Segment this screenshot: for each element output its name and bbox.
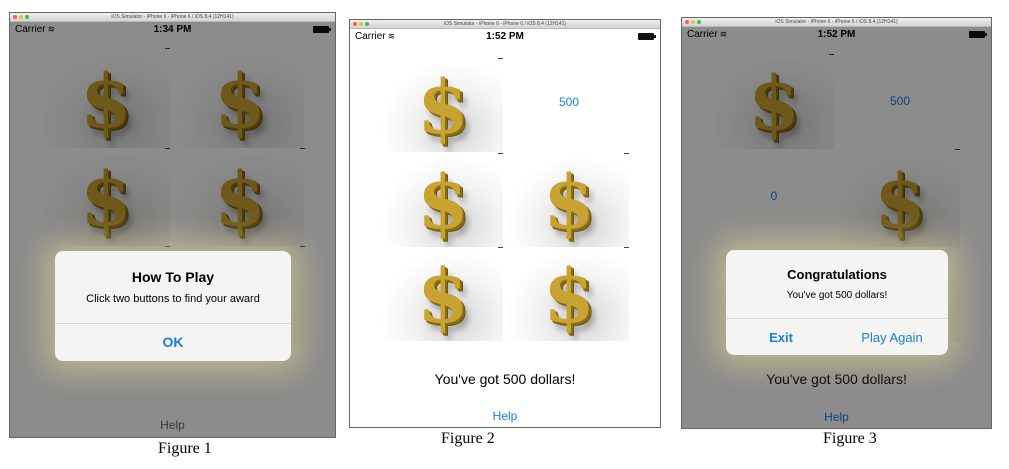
tile-marker [624, 153, 629, 154]
exit-button[interactable]: Exit [726, 330, 836, 345]
figure-3-caption: Figure 3 [823, 430, 877, 447]
simulator-titlebar: iOS Simulator - iPhone 6 - iPhone 6 / iO… [10, 13, 335, 22]
ok-button[interactable]: OK [55, 334, 291, 350]
simulator-titlebar: iOS Simulator - iPhone 6 - iPhone 6 / iO… [682, 18, 991, 27]
battery-icon [638, 33, 656, 40]
minimize-dot-icon[interactable] [691, 20, 695, 24]
figure-1-panel: iOS Simulator - iPhone 6 - iPhone 6 / iO… [9, 12, 336, 438]
simulator-titlebar: iOS Simulator - iPhone 6 - iPhone 6 / iO… [350, 20, 660, 29]
zoom-dot-icon[interactable] [25, 15, 29, 19]
figure-3-panel: iOS Simulator - iPhone 6 - iPhone 6 / iO… [681, 17, 992, 429]
status-time: 1:52 PM [486, 31, 524, 42]
tile-marker [498, 58, 503, 59]
result-message: You've got 500 dollars! [434, 371, 576, 387]
award-tile-4[interactable]: $ [509, 159, 629, 247]
alert-message: You've got 500 dollars! [786, 290, 888, 301]
dollar-icon: $ [417, 65, 469, 151]
dollar-icon: $ [543, 254, 595, 340]
figure-2-caption: Figure 2 [441, 430, 495, 447]
window-title: iOS Simulator - iPhone 6 - iPhone 6 / iO… [443, 21, 567, 27]
modal-dim-overlay [682, 27, 991, 428]
status-bar: Carrier ≋ 1:52 PM [350, 29, 660, 45]
award-tile-3[interactable]: $ [383, 159, 503, 247]
alert-message: Click two buttons to find your award [86, 293, 260, 305]
zoom-dot-icon[interactable] [697, 20, 701, 24]
minimize-dot-icon[interactable] [359, 22, 363, 26]
tile-marker [624, 247, 629, 248]
award-tile-2-value[interactable]: 500 [509, 95, 629, 109]
alert-divider [55, 323, 291, 324]
play-again-button[interactable]: Play Again [836, 330, 948, 345]
minimize-dot-icon[interactable] [19, 15, 23, 19]
dollar-icon: $ [417, 254, 469, 340]
zoom-dot-icon[interactable] [365, 22, 369, 26]
award-tile-1[interactable]: $ [383, 64, 503, 152]
window-title: iOS Simulator - iPhone 6 - iPhone 6 / iO… [775, 19, 898, 25]
help-button[interactable]: Help [350, 409, 660, 423]
how-to-play-alert: How To Play Click two buttons to find yo… [55, 251, 291, 361]
dollar-icon: $ [417, 160, 469, 246]
award-tile-5[interactable]: $ [383, 253, 503, 341]
close-dot-icon[interactable] [685, 20, 689, 24]
close-dot-icon[interactable] [13, 15, 17, 19]
figure-2-panel: iOS Simulator - iPhone 6 - iPhone 6 / iO… [349, 19, 661, 428]
alert-divider [726, 318, 948, 319]
dollar-icon: $ [543, 160, 595, 246]
tile-marker [498, 247, 503, 248]
congratulations-alert: Congratulations You've got 500 dollars! … [726, 250, 948, 355]
award-tile-6[interactable]: $ [509, 253, 629, 341]
window-title: iOS Simulator - iPhone 6 - iPhone 6 / iO… [111, 14, 234, 20]
alert-title: How To Play [131, 269, 215, 285]
tile-marker [498, 153, 503, 154]
figure-1-caption: Figure 1 [158, 440, 212, 457]
alert-title: Congratulations [787, 267, 887, 282]
modal-dim-overlay [10, 22, 335, 437]
close-dot-icon[interactable] [353, 22, 357, 26]
help-button[interactable]: Help [10, 418, 335, 432]
